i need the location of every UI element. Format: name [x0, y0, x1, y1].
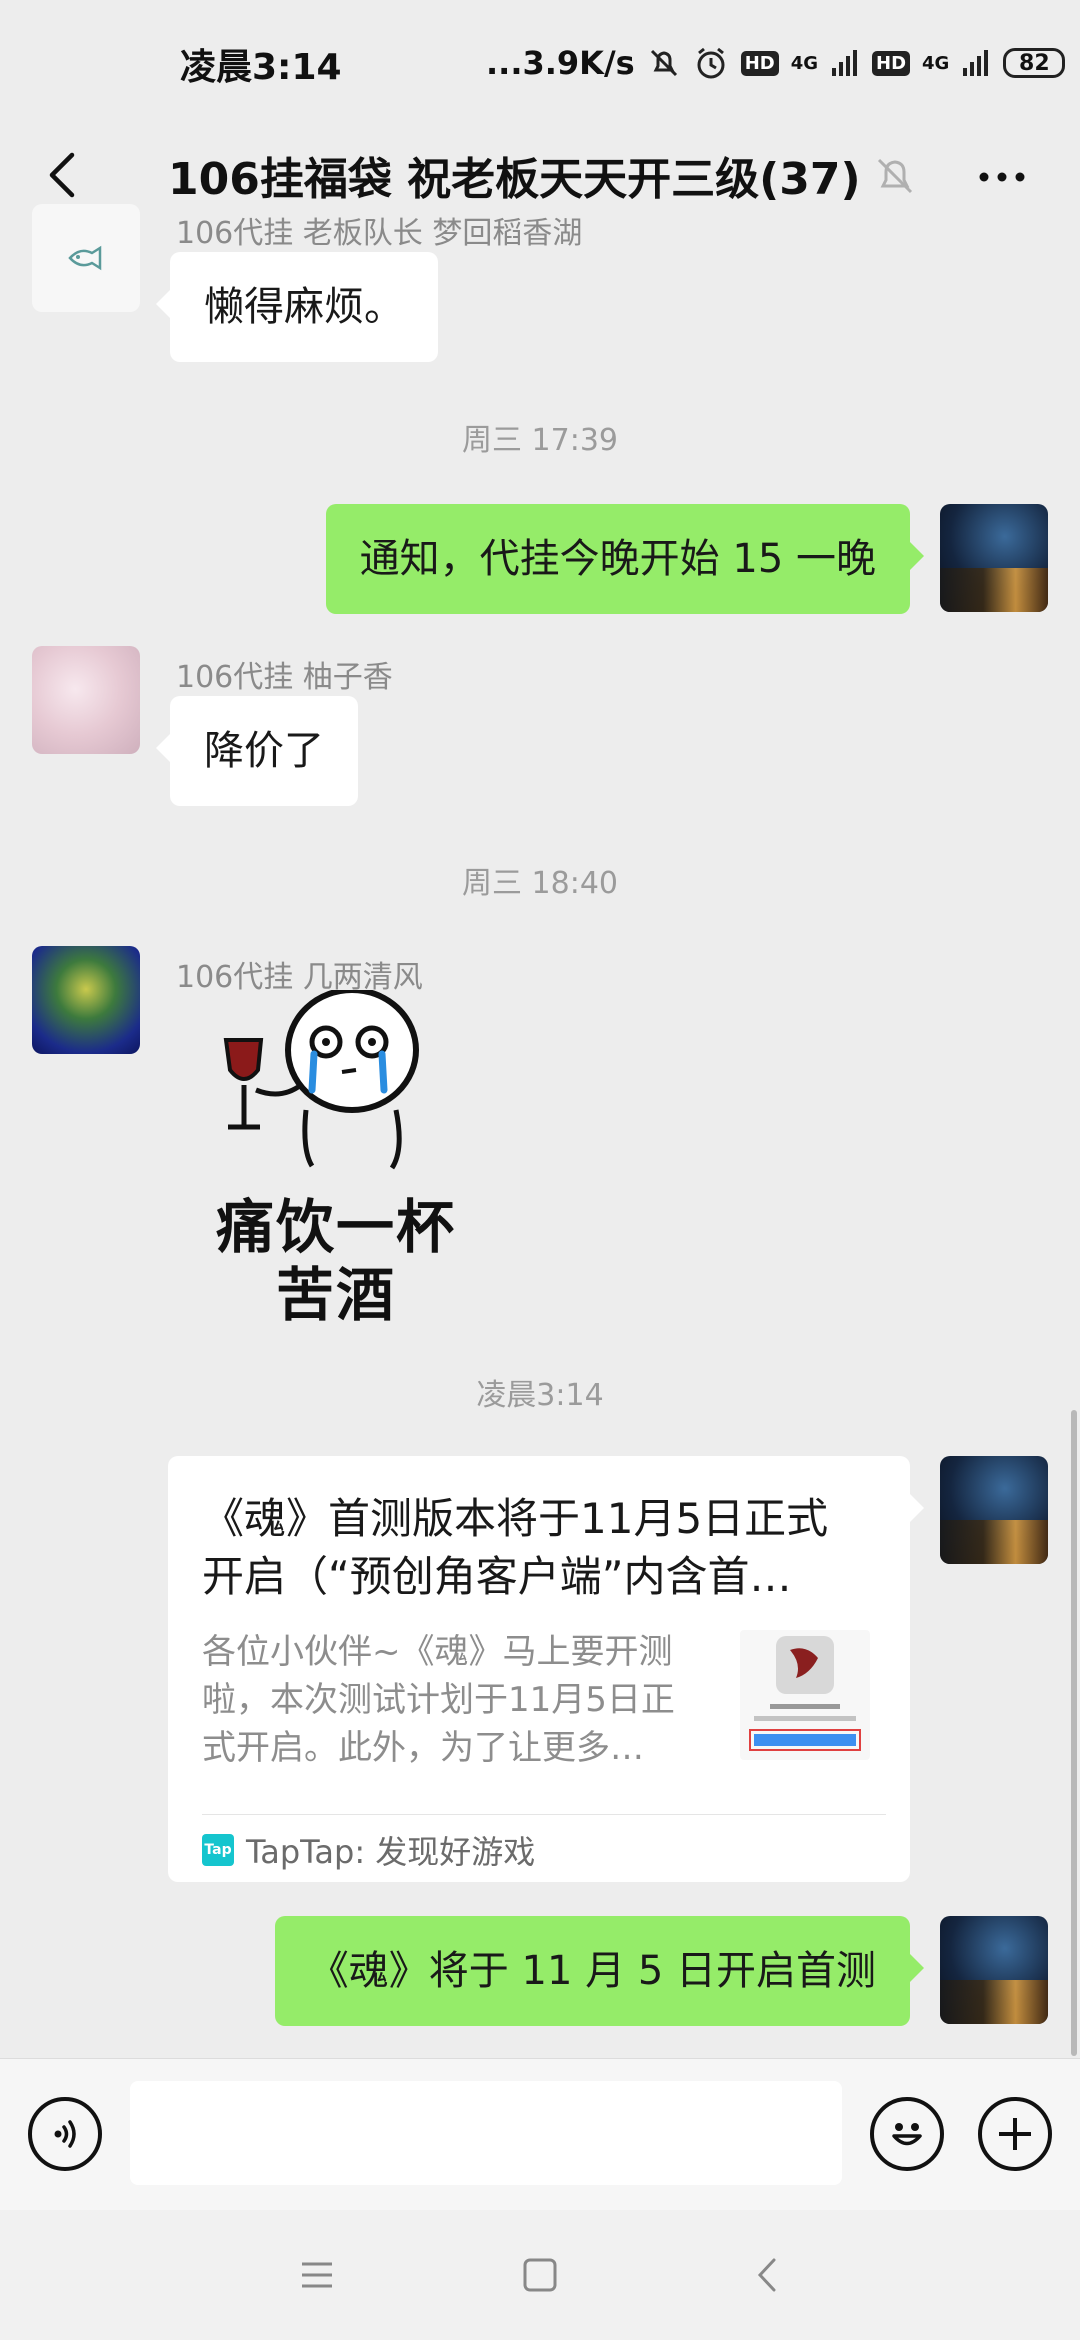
mute-bell-icon — [877, 158, 913, 194]
sender-name: 106代挂 柚子香 — [176, 660, 393, 695]
battery-icon: 82 — [1003, 48, 1066, 78]
card-divider — [202, 1814, 886, 1815]
emoji-button[interactable] — [870, 2097, 944, 2171]
network-speed: ...3.9K/s — [486, 44, 635, 82]
message-bubble[interactable]: 懒得麻烦。 — [156, 252, 438, 362]
avatar[interactable] — [940, 1456, 1048, 1564]
hd-badge: HD — [872, 50, 911, 76]
link-card[interactable]: 《魂》首测版本将于11月5日正式开启（“预创角客户端”内含首… 各位小伙伴~《魂… — [168, 1456, 924, 1882]
plus-button[interactable] — [978, 2097, 1052, 2171]
fish-icon — [68, 245, 102, 271]
network-type: 4G — [922, 52, 950, 74]
avatar[interactable] — [32, 204, 140, 312]
message-timestamp: 周三 18:40 — [462, 866, 618, 901]
scrollbar[interactable] — [1071, 1410, 1077, 2056]
status-bar: 凌晨3:14 ...3.9K/s HD 4G HD 4G 82 — [0, 0, 1080, 125]
avatar[interactable] — [32, 946, 140, 1054]
message-input[interactable] — [130, 2081, 842, 2185]
muted-bell-icon — [650, 49, 677, 77]
card-title: 《魂》首测版本将于11月5日正式开启（“预创角客户端”内含首… — [202, 1494, 829, 1601]
hd-badge: HD — [740, 50, 779, 76]
crying-face-icon — [223, 990, 419, 1170]
input-bar — [0, 2058, 1080, 2211]
chat-title: 106挂福袋 祝老板天天开三级(37) — [168, 154, 861, 205]
taptap-icon: Tap — [202, 1834, 234, 1866]
alarm-icon — [697, 47, 725, 79]
sticker-caption: 苦酒 — [275, 1261, 396, 1329]
avatar[interactable] — [32, 646, 140, 754]
card-source-label: TapTap: 发现好游戏 — [246, 1833, 536, 1871]
network-type: 4G — [790, 52, 819, 74]
avatar[interactable] — [940, 1916, 1048, 2024]
signal-icon — [832, 50, 858, 76]
message-timestamp: 周三 17:39 — [462, 423, 618, 458]
emoji-icon — [892, 2123, 922, 2146]
message-bubble[interactable]: 《魂》将于 11 月 5 日开启首测 — [274, 1916, 925, 2026]
status-time: 凌晨3:14 — [180, 47, 342, 88]
home-icon[interactable] — [517, 2252, 563, 2298]
message-bubble[interactable]: 通知，代挂今晚开始 15 一晚 — [325, 504, 925, 614]
status-indicators: ...3.9K/s HD 4G HD 4G 82 — [486, 38, 1066, 88]
more-icon[interactable] — [972, 147, 1032, 207]
menu-icon[interactable] — [294, 2252, 340, 2298]
plus-icon — [999, 2118, 1031, 2150]
back-nav-icon[interactable] — [746, 2252, 792, 2298]
system-nav-bar — [0, 2210, 1080, 2340]
card-description: 各位小伙伴~《魂》马上要开测啦，本次测试计划于11月5日正式开启。此外，为了让更… — [202, 1632, 675, 1768]
voice-button[interactable] — [28, 2097, 102, 2171]
sticker-image[interactable]: 痛饮一杯 苦酒 — [186, 990, 486, 1329]
message-bubble[interactable]: 降价了 — [156, 696, 358, 806]
signal-icon — [963, 50, 989, 76]
sender-name: 106代挂 老板队长 梦回稻香湖 — [176, 216, 583, 251]
battery-level: 82 — [1019, 50, 1050, 76]
message-timestamp: 凌晨3:14 — [476, 1378, 604, 1413]
avatar[interactable] — [940, 504, 1048, 612]
game-thumbnail-icon — [749, 1636, 861, 1751]
card-source: Tap TapTap: 发现好游戏 — [202, 1822, 535, 1878]
card-thumbnail — [740, 1630, 870, 1760]
back-icon[interactable] — [34, 145, 94, 205]
voice-icon — [54, 2120, 76, 2148]
